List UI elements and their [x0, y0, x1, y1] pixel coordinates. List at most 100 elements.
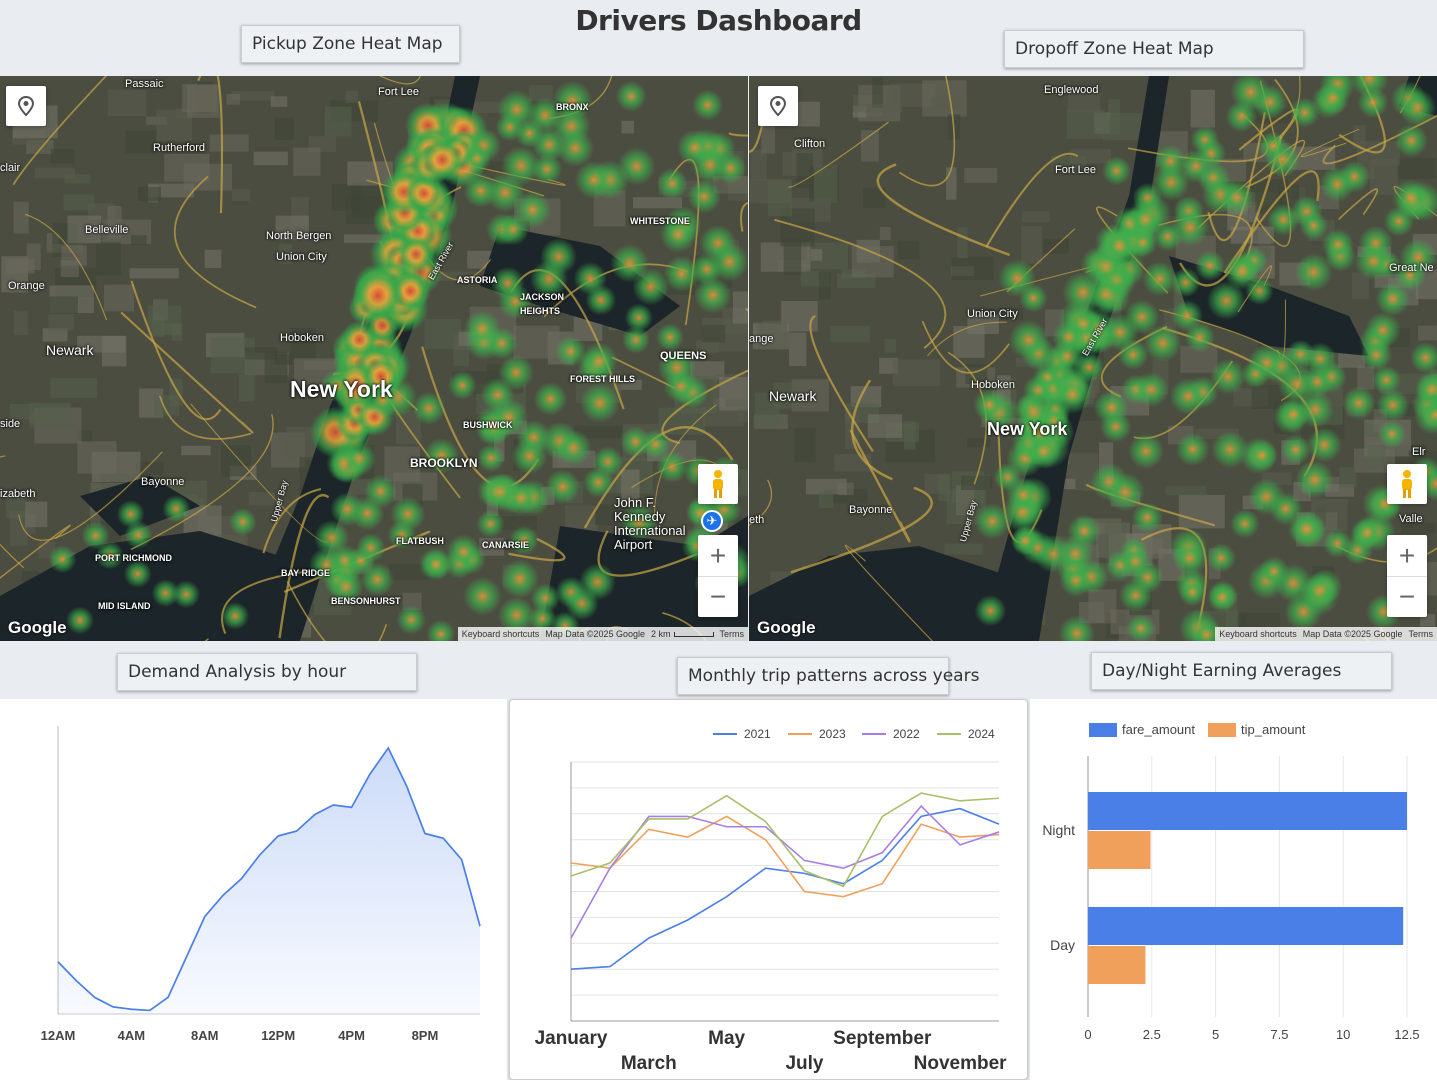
map-place-label: Rutherford	[153, 142, 205, 154]
x-tick-label: 2.5	[1143, 1027, 1161, 1042]
keyboard-shortcuts-link[interactable]: Keyboard shortcuts	[462, 629, 540, 639]
legend-swatch	[1208, 723, 1236, 737]
zoom-control[interactable]: + −	[1387, 535, 1427, 617]
x-tick-label: March	[621, 1053, 677, 1074]
map-place-label: MID ISLAND	[98, 601, 151, 611]
map-place-label: New York	[290, 376, 393, 402]
zoom-in-button[interactable]: +	[698, 535, 738, 576]
x-tick-label: 4AM	[118, 1028, 145, 1043]
scale-bar	[673, 632, 714, 637]
map-attribution: Keyboard shortcuts Map Data ©2025 Google…	[457, 627, 748, 641]
x-tick-label: 4PM	[338, 1028, 365, 1043]
demand-area-chart[interactable]: 12AM 4AM 8AM 12PM 4PM 8PM	[0, 699, 507, 1080]
map-place-label: JACKSON HEIGHTS	[520, 292, 565, 316]
airport-icon: ✈	[701, 510, 723, 532]
map-place-label: Elr	[1412, 446, 1426, 458]
map-place-label: QUEENS	[660, 350, 707, 362]
legend-swatch	[1089, 723, 1117, 737]
earnings-bar-chart[interactable]: 0 2.5 5 7.5 10 12.5 Night Day fare_amount tip_amo…	[1030, 699, 1437, 1080]
map-place-label: Hoboken	[280, 332, 325, 344]
map-place-label: eth	[749, 514, 765, 526]
my-location-icon[interactable]	[6, 86, 46, 126]
map-place-label: side	[0, 418, 21, 430]
map-place-label: Orange	[8, 280, 45, 292]
x-tick-label: 12.5	[1394, 1027, 1419, 1042]
map-place-label: PORT RICHMOND	[95, 553, 172, 563]
map-place-label: Belleville	[85, 224, 129, 236]
bar-day-fare_amount	[1088, 907, 1404, 945]
map-place-label: FLATBUSH	[396, 536, 444, 546]
category-label: Day	[1050, 937, 1075, 953]
bar-night-fare_amount	[1088, 792, 1407, 830]
zoom-control[interactable]: + −	[698, 535, 738, 617]
x-tick-label: May	[708, 1028, 745, 1049]
series-line-2022	[570, 804, 1000, 939]
map-place-label: North Bergen	[266, 230, 332, 242]
keyboard-shortcuts-link[interactable]: Keyboard shortcuts	[1219, 629, 1297, 639]
legend-label: 2023	[819, 727, 846, 741]
map-place-label: Newark	[46, 342, 94, 358]
map-place-label: BROOKLYN	[410, 456, 478, 470]
map-place-label: Great Ne	[1389, 262, 1434, 274]
x-tick-label: 8PM	[412, 1028, 439, 1043]
map-place-label: Fort Lee	[378, 86, 419, 98]
street-view-pegman-icon[interactable]	[1387, 464, 1427, 504]
terms-link[interactable]: Terms	[720, 629, 745, 639]
monthly-chart-panel: 2021 2023 2022 2024 January May September March…	[509, 699, 1028, 1080]
legend-label: tip_amount	[1241, 722, 1306, 737]
monthly-line-chart[interactable]: 2021 2023 2022 2024 January May September March…	[510, 700, 1029, 1080]
bar-day-tip_amount	[1088, 946, 1146, 984]
map-place-label: Newark	[769, 388, 817, 404]
street-view-pegman-icon[interactable]	[698, 464, 738, 504]
dropoff-heat-map[interactable]: Englewood Clifton Fort Lee Great Ne Union Ci…	[749, 76, 1437, 641]
map-place-label: ASTORIA	[457, 275, 498, 285]
map-place-label: Hoboken	[971, 379, 1016, 391]
map-place-label: New York	[987, 419, 1068, 439]
map-place-label: Clifton	[794, 138, 826, 150]
zoom-out-button[interactable]: −	[1387, 576, 1427, 617]
map-place-label: WHITESTONE	[630, 216, 690, 226]
pickup-heat-map[interactable]: Passaic Fort Lee BRONX Rutherford Belleville…	[0, 76, 748, 641]
x-tick-label: 5	[1212, 1027, 1219, 1042]
map-data-text: Map Data ©2025 Google	[1302, 629, 1403, 639]
map-place-label: BAY RIDGE	[281, 568, 331, 578]
x-tick-label: September	[833, 1028, 932, 1049]
map-place-label: BUSHWICK	[463, 420, 513, 430]
x-tick-label: 0	[1084, 1027, 1091, 1042]
map-place-label: Passaic	[125, 78, 164, 90]
dropoff-map-canvas[interactable]	[749, 76, 1437, 641]
map-place-label: Englewood	[1044, 84, 1099, 96]
map-place-label: Valle	[1399, 513, 1423, 525]
demand-chart-title: Demand Analysis by hour	[117, 653, 417, 691]
bar-night-tip_amount	[1088, 831, 1151, 869]
x-tick-label: 12PM	[261, 1028, 295, 1043]
legend-label: 2024	[968, 727, 995, 741]
map-place-label: Bayonne	[849, 504, 893, 516]
map-place-label: Bayonne	[141, 476, 185, 488]
map-place-label: clair	[0, 162, 21, 174]
legend-label: 2022	[893, 727, 920, 741]
map-place-label: Union City	[276, 251, 327, 263]
map-place-label: Fort Lee	[1055, 164, 1096, 176]
monthly-chart-title: Monthly trip patterns across years	[677, 657, 979, 695]
x-tick-label: November	[914, 1053, 1008, 1074]
demand-area-fill	[58, 748, 480, 1014]
terms-link[interactable]: Terms	[1409, 629, 1434, 639]
demand-chart-panel: 12AM 4AM 8AM 12PM 4PM 8PM	[0, 699, 507, 1080]
map-attribution: Keyboard shortcuts Map Data ©2025 Google…	[1215, 627, 1437, 641]
series-line-2021	[570, 807, 1000, 970]
scale-label: 2 km	[651, 629, 714, 639]
legend-label: 2021	[744, 727, 771, 741]
map-place-label: FOREST HILLS	[570, 374, 635, 384]
my-location-icon[interactable]	[758, 86, 798, 126]
map-place-label: BENSONHURST	[331, 596, 401, 606]
x-tick-label: 10	[1336, 1027, 1350, 1042]
x-tick-label: January	[535, 1028, 608, 1049]
x-tick-label: 12AM	[41, 1028, 76, 1043]
zoom-in-button[interactable]: +	[1387, 535, 1427, 576]
map-place-label: izabeth	[0, 488, 36, 500]
map-place-label: John F. Kennedy International Airport	[614, 495, 686, 552]
map-place-label: CANARSIE	[482, 540, 530, 550]
zoom-out-button[interactable]: −	[698, 576, 738, 617]
map-place-label: ange	[749, 333, 774, 345]
